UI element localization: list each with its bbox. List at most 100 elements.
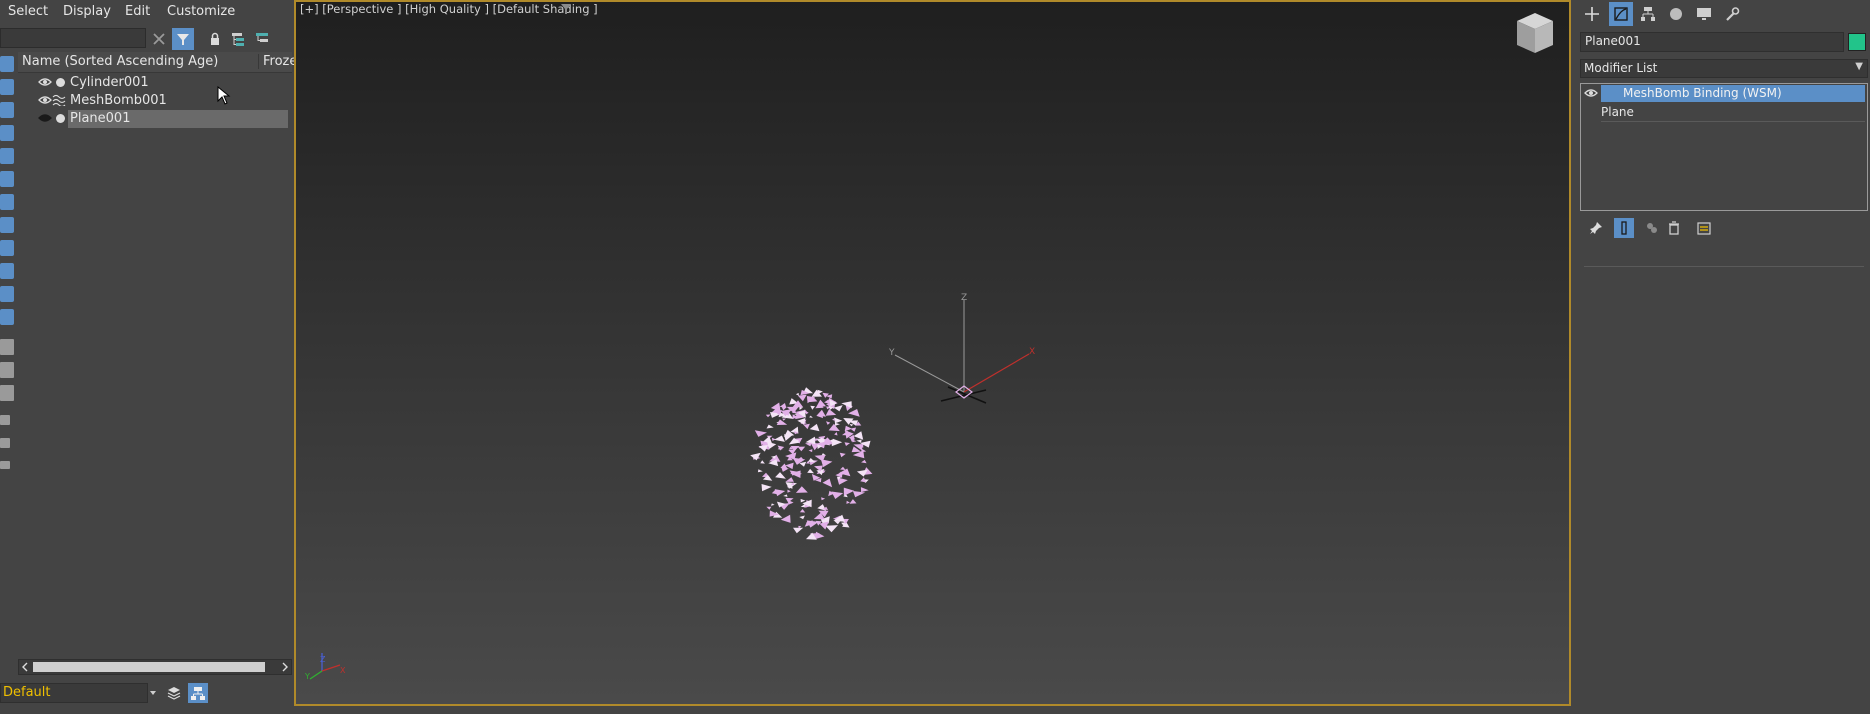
bone-filter-icon[interactable] — [0, 240, 14, 256]
fragment-shard — [757, 469, 763, 473]
clear-search-button[interactable] — [148, 28, 170, 50]
scroll-left-icon[interactable] — [21, 662, 29, 672]
funnel-icon[interactable] — [0, 438, 10, 448]
search-input[interactable] — [0, 28, 146, 48]
object-color-swatch[interactable] — [1848, 33, 1866, 51]
make-unique-button[interactable] — [1642, 218, 1662, 238]
eye-icon[interactable] — [38, 113, 52, 123]
helper-filter-icon[interactable] — [0, 148, 14, 164]
fragment-shard — [795, 392, 799, 396]
tab-motion[interactable] — [1664, 2, 1688, 26]
fragment-shard — [777, 445, 785, 451]
modifier-stack-toolbar — [1580, 217, 1868, 239]
horizontal-scrollbar[interactable] — [18, 659, 292, 675]
layer-dropdown[interactable]: Default — [0, 683, 148, 703]
camera-filter-icon[interactable] — [0, 125, 14, 141]
group-filter-icon[interactable] — [0, 194, 14, 210]
fragment-shard — [807, 468, 814, 474]
stack-item-plane[interactable]: Plane — [1601, 104, 1865, 122]
show-end-result-button[interactable] — [1614, 218, 1634, 238]
filter-icon — [177, 34, 189, 45]
object-name[interactable]: Cylinder001 — [70, 75, 149, 90]
outliner-row[interactable]: MeshBomb001 — [18, 92, 292, 110]
menu-select[interactable]: Select — [8, 4, 48, 19]
scroll-right-icon[interactable] — [281, 662, 289, 672]
eye-icon[interactable] — [1584, 88, 1598, 98]
lock-button[interactable] — [204, 28, 226, 50]
fragment-shard — [774, 435, 785, 442]
fragment-shard — [833, 405, 843, 412]
object-dot-icon — [56, 114, 65, 123]
fragment-shard — [797, 394, 807, 402]
explorer-menubar: Select Display Edit Customize — [0, 0, 292, 24]
select-all-icon[interactable] — [0, 339, 14, 355]
hierarchy-button[interactable] — [227, 28, 249, 50]
geometry-filter-icon[interactable] — [0, 56, 14, 72]
remove-modifier-button[interactable] — [1664, 218, 1684, 238]
menu-display[interactable]: Display — [63, 4, 111, 19]
select-none-icon[interactable] — [0, 362, 14, 378]
layers-icon — [256, 33, 268, 42]
tab-hierarchy[interactable] — [1636, 2, 1660, 26]
shape-filter-icon[interactable] — [0, 79, 14, 95]
fragment-shard — [828, 423, 840, 432]
fragment-shard — [849, 424, 854, 427]
filter-toggle-button[interactable] — [172, 28, 194, 50]
outliner-row[interactable]: Cylinder001 — [18, 74, 292, 92]
tab-create[interactable] — [1580, 2, 1604, 26]
light-filter-icon[interactable] — [0, 102, 14, 118]
stack-item-meshbomb-binding[interactable]: MeshBomb Binding (WSM) — [1601, 85, 1865, 102]
spacewarp-filter-icon[interactable] — [0, 171, 14, 187]
fragment-shard — [793, 527, 804, 534]
fragment-shard — [797, 446, 806, 452]
fragment-shard — [805, 442, 812, 447]
menu-edit[interactable]: Edit — [125, 4, 150, 19]
dropdown-arrow-icon[interactable] — [150, 691, 156, 695]
object-name[interactable]: Plane001 — [70, 111, 130, 126]
tab-utilities[interactable] — [1720, 2, 1744, 26]
fragment-shard — [821, 497, 826, 501]
tab-display[interactable] — [1692, 2, 1716, 26]
fragment-shard — [819, 521, 829, 530]
column-frozen-header[interactable]: Froze — [258, 54, 297, 69]
scene-explorer-button[interactable] — [188, 683, 208, 703]
tripod-x-label: X — [340, 666, 346, 675]
fragment-shard — [825, 525, 838, 533]
fragment-shard — [856, 439, 862, 443]
object-name[interactable]: MeshBomb001 — [70, 93, 167, 108]
tab-modify[interactable] — [1609, 2, 1633, 26]
select-invert-icon[interactable] — [0, 385, 14, 401]
particle-filter-icon[interactable] — [0, 286, 14, 302]
column-name-header[interactable]: Name (Sorted Ascending Age) — [22, 54, 218, 69]
visibility-filter-icon[interactable] — [0, 309, 14, 325]
eye-icon[interactable] — [38, 95, 52, 105]
fragment-shard — [861, 459, 867, 464]
menu-customize[interactable]: Customize — [167, 4, 235, 19]
meshbomb-fragments[interactable] — [750, 387, 873, 540]
pin-stack-button[interactable] — [1586, 218, 1606, 238]
fragment-shard — [780, 514, 791, 523]
object-name-field[interactable]: Plane001 — [1580, 32, 1844, 52]
outliner-row-selected[interactable]: Plane001 — [18, 110, 292, 128]
fragment-shard — [809, 423, 820, 432]
make-unique-icon — [1647, 223, 1657, 233]
scrollbar-thumb[interactable] — [33, 662, 265, 672]
configure-modifier-sets-button[interactable] — [1694, 218, 1714, 238]
motion-sphere-icon — [1670, 8, 1682, 20]
filter-settings-icon[interactable] — [0, 415, 10, 425]
modify-icon — [1614, 7, 1628, 21]
fragment-shard — [808, 449, 813, 453]
fragment-shard — [784, 434, 793, 441]
rollout-separator — [1584, 266, 1864, 267]
eye-icon[interactable] — [38, 77, 52, 87]
transform-gizmo[interactable]: Z Y X — [888, 293, 1035, 404]
container-filter-icon[interactable] — [0, 263, 14, 279]
fragment-shard — [822, 478, 833, 488]
xref-filter-icon[interactable] — [0, 217, 14, 233]
viewport-perspective[interactable]: [+] [Perspective ] [High Quality ] [Defa… — [294, 0, 1571, 706]
fragment-shard — [799, 509, 806, 513]
display-settings-icon[interactable] — [0, 461, 10, 469]
layer-hierarchy-button[interactable] — [251, 28, 273, 50]
layer-explorer-button[interactable] — [164, 683, 184, 703]
modifier-list-dropdown[interactable]: Modifier List ▼ — [1580, 59, 1868, 78]
